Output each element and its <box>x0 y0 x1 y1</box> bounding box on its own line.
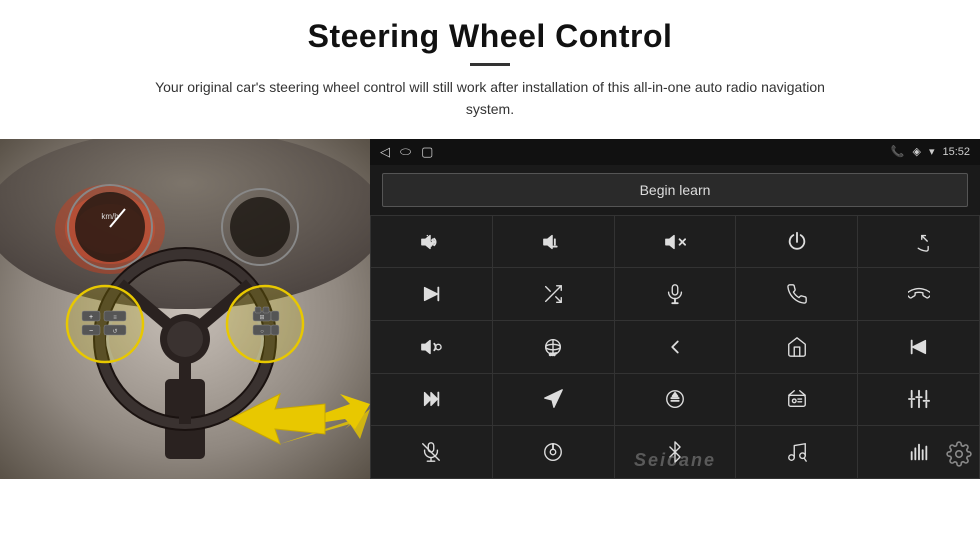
music-note-button[interactable] <box>736 426 857 478</box>
camera-360-button[interactable]: 360° <box>493 321 614 373</box>
page-container: Steering Wheel Control Your original car… <box>0 0 980 548</box>
home-nav-icon[interactable]: ⬭ <box>400 144 411 160</box>
status-right: 📞 ◈ ▾ 15:52 <box>891 145 970 158</box>
next-track-button[interactable] <box>371 268 492 320</box>
hang-up-button[interactable] <box>858 268 979 320</box>
skip-back-button[interactable] <box>858 321 979 373</box>
back-nav-icon[interactable]: ◁ <box>380 144 390 160</box>
begin-learn-button[interactable]: Begin learn <box>382 173 968 207</box>
vol-up-button[interactable]: + <box>371 216 492 268</box>
android-panel-wrapper: ◁ ⬭ ▢ 📞 ◈ ▾ 15:52 Begin learn <box>370 139 980 479</box>
phone-call-button[interactable] <box>736 268 857 320</box>
back-arrow-button[interactable] <box>615 321 736 373</box>
svg-text:○: ○ <box>260 329 264 335</box>
shuffle-button[interactable] <box>493 268 614 320</box>
speaker-button[interactable] <box>371 321 492 373</box>
car-image-panel: km/h <box>0 139 370 479</box>
mic2-button[interactable] <box>371 426 492 478</box>
radio-button[interactable] <box>736 374 857 426</box>
equalizer-button[interactable] <box>858 374 979 426</box>
mic-button[interactable] <box>615 268 736 320</box>
wifi-icon: ▾ <box>929 145 935 158</box>
nav-icons: ◁ ⬭ ▢ <box>380 144 433 160</box>
svg-text:360°: 360° <box>549 352 557 356</box>
mute-button[interactable] <box>615 216 736 268</box>
navigate-button[interactable] <box>493 374 614 426</box>
settings-knob-button[interactable] <box>493 426 614 478</box>
svg-text:−: − <box>89 328 93 335</box>
icon-grid: + <box>370 215 980 479</box>
recents-nav-icon[interactable]: ▢ <box>421 144 433 160</box>
header-section: Steering Wheel Control Your original car… <box>0 0 980 131</box>
content-row: km/h <box>0 139 980 548</box>
location-icon: ◈ <box>912 145 920 158</box>
svg-text:+: + <box>89 314 93 321</box>
fast-forward-button[interactable] <box>371 374 492 426</box>
settings-gear-icon[interactable] <box>946 441 972 473</box>
car-scene-svg: km/h <box>0 139 370 479</box>
phone-prev-button[interactable] <box>858 216 979 268</box>
eject-button[interactable] <box>615 374 736 426</box>
svg-text:↺: ↺ <box>112 328 117 335</box>
clock: 15:52 <box>942 146 970 158</box>
bluetooth-button[interactable] <box>615 426 736 478</box>
vol-down-button[interactable] <box>493 216 614 268</box>
svg-text:⊞: ⊞ <box>259 315 264 321</box>
status-bar: ◁ ⬭ ▢ 📞 ◈ ▾ 15:52 <box>370 139 980 165</box>
title-divider <box>470 63 510 66</box>
begin-learn-row: Begin learn <box>370 165 980 215</box>
svg-text:+: + <box>429 239 433 248</box>
phone-icon: 📞 <box>891 145 905 158</box>
svg-text:≡: ≡ <box>113 315 117 321</box>
subtitle-text: Your original car's steering wheel contr… <box>140 76 840 121</box>
page-title: Steering Wheel Control <box>60 18 920 55</box>
android-panel: ◁ ⬭ ▢ 📞 ◈ ▾ 15:52 Begin learn <box>370 139 980 479</box>
home-button[interactable] <box>736 321 857 373</box>
power-button[interactable] <box>736 216 857 268</box>
